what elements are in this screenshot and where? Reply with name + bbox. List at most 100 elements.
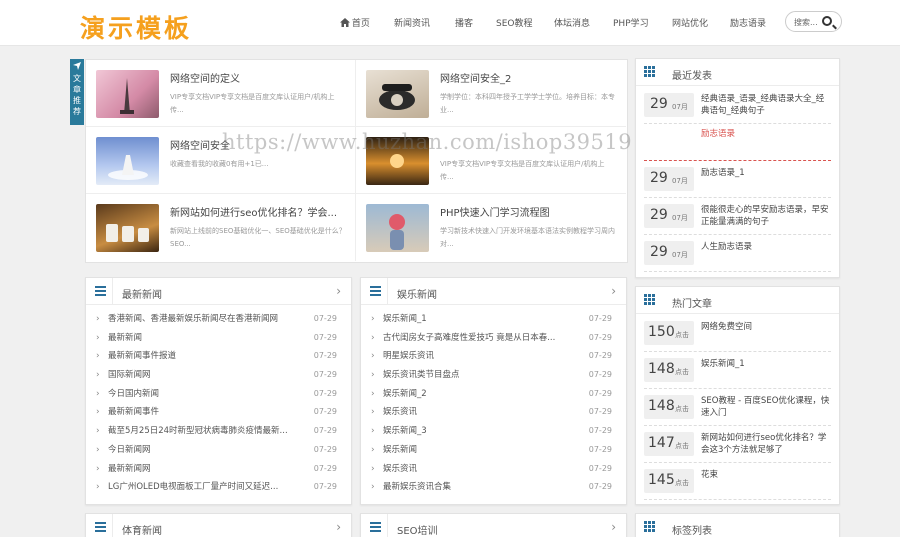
recent-post-item[interactable]: 29 07月 经典语录_语录_经典语录大全_经典语句_经典句子 <box>644 87 831 124</box>
grid-icon <box>644 293 656 307</box>
list-item-title[interactable]: 截至5月25日24时新型冠状病毒肺炎疫情最新... <box>108 422 288 441</box>
list-item-title[interactable]: 今日国内新闻 <box>108 385 159 404</box>
search-icon[interactable] <box>822 16 832 26</box>
featured-item[interactable]: 网络空间的定义 VIP专享文档VIP专享文档是百度文库认证用户/机构上传... <box>86 60 356 127</box>
site-logo[interactable]: 演示模板 <box>80 9 192 45</box>
list-item[interactable]: › 最新新闻事件 07-29 <box>96 403 341 422</box>
list-item-title[interactable]: LG广州OLED电视面板工厂量产时间又延迟... <box>108 478 278 497</box>
list-item[interactable]: › 娱乐资讯 07-29 <box>371 460 616 479</box>
list-item[interactable]: › 明星娱乐资讯 07-29 <box>371 347 616 366</box>
chevron-right-icon[interactable]: › <box>611 520 616 534</box>
list-item[interactable]: › 今日新闻网 07-29 <box>96 441 341 460</box>
list-item-title[interactable]: 娱乐资讯 <box>383 460 417 479</box>
list-item-date: 07-29 <box>313 314 337 323</box>
nav-motto[interactable]: 励志语录 <box>730 16 766 29</box>
list-item[interactable]: › 今日国内新闻 07-29 <box>96 385 341 404</box>
list-item-title[interactable]: 娱乐新闻 <box>383 441 417 460</box>
search-input[interactable]: 搜索... <box>794 17 818 28</box>
nav-php[interactable]: PHP学习 <box>613 16 649 29</box>
list-item-title[interactable]: 最新新闻事件报道 <box>108 347 176 366</box>
thumb-image <box>96 204 159 252</box>
list-item-title[interactable]: 明星娱乐资讯 <box>383 347 434 366</box>
recent-post-item[interactable]: 29 07月 励志语录_1 <box>644 161 831 198</box>
chevron-right-icon[interactable]: › <box>336 520 341 534</box>
list-item-title[interactable]: 香港新闻、香港最新娱乐新闻尽在香港新闻网 <box>108 310 278 329</box>
chevron-right-icon: › <box>371 407 375 418</box>
list-item[interactable]: › 娱乐新闻_2 07-29 <box>371 385 616 404</box>
recent-post-title[interactable]: 人生励志语录 <box>701 241 831 253</box>
ent-news-card: 娱乐新闻 › › 娱乐新闻_1 07-29 › 古代闺房女子高难度性爱技巧 竟是从日本春… <box>360 277 627 505</box>
list-item[interactable]: › 最新新闻 07-29 <box>96 329 341 348</box>
recent-post-item[interactable]: 29 07月 很能很走心的早安励志语录，早安正能量满满的句子 <box>644 198 831 235</box>
menu-icon <box>369 520 383 534</box>
list-item[interactable]: › 娱乐新闻_1 07-29 <box>371 310 616 329</box>
site-header: 演示模板 首页 新闻资讯 播客 SEO教程 体坛消息 PHP学习 网站优化 励志… <box>0 0 900 46</box>
nav-sports[interactable]: 体坛消息 <box>554 16 590 29</box>
recent-post-item[interactable]: 29 07月 人生励志语录 <box>644 235 831 272</box>
list-item[interactable]: › 古代闺房女子高难度性爱技巧 竟是从日本春... 07-29 <box>371 329 616 348</box>
hot-post-item[interactable]: 150 点击 网络免费空间 <box>644 315 831 352</box>
list-item[interactable]: › 娱乐新闻_3 07-29 <box>371 422 616 441</box>
list-item[interactable]: › 最新娱乐资讯合集 07-29 <box>371 478 616 497</box>
card-header: 体育新闻 › <box>86 514 351 537</box>
list-item-title[interactable]: 娱乐新闻_1 <box>383 310 427 329</box>
hot-post-title[interactable]: SEO教程 - 百度SEO优化课程，快速入门 <box>701 395 831 419</box>
hot-post-item[interactable]: 147 点击 新网站如何进行seo优化排名？学会这3个方法就足够了 <box>644 426 831 463</box>
hot-post-item[interactable]: 145 点击 花束 <box>644 463 831 500</box>
nav-news[interactable]: 新闻资讯 <box>394 16 430 29</box>
nav-optimize[interactable]: 网站优化 <box>672 16 708 29</box>
list-item[interactable]: › 娱乐资讯 07-29 <box>371 403 616 422</box>
nav-home[interactable]: 首页 <box>340 16 370 29</box>
list-item[interactable]: › 香港新闻、香港最新娱乐新闻尽在香港新闻网 07-29 <box>96 310 341 329</box>
list-item-date: 07-29 <box>313 426 337 436</box>
card-header: 热门文章 <box>636 287 839 314</box>
recent-post-title[interactable]: 励志语录_1 <box>701 167 831 179</box>
date-badge: 29 07月 <box>644 241 694 265</box>
list-item[interactable]: › 截至5月25日24时新型冠状病毒肺炎疫情最新... 07-29 <box>96 422 341 441</box>
hot-post-item[interactable]: 148 点击 娱乐新闻_1 <box>644 352 831 389</box>
hot-post-title[interactable]: 娱乐新闻_1 <box>701 358 831 370</box>
featured-item[interactable]: 新网站如何进行seo优化排名？学会... 新网站上线前的SEO基础优化一、SEO… <box>86 194 356 261</box>
list-item[interactable]: › 最新新闻网 07-29 <box>96 460 341 479</box>
chevron-right-icon: › <box>96 426 100 437</box>
list-item[interactable]: › 国际新闻网 07-29 <box>96 366 341 385</box>
hot-post-title[interactable]: 网络免费空间 <box>701 321 831 333</box>
list-item-title[interactable]: 娱乐资讯类节目盘点 <box>383 366 460 385</box>
list-item-date: 07-29 <box>313 482 337 492</box>
list-item-title[interactable]: 娱乐资讯 <box>383 403 417 422</box>
card-title: 最近发表 <box>672 71 712 82</box>
hot-post-title[interactable]: 新网站如何进行seo优化排名？学会这3个方法就足够了 <box>701 432 831 456</box>
chevron-right-icon[interactable]: › <box>336 284 341 298</box>
search-box[interactable]: 搜索... <box>785 11 842 32</box>
nav-seo[interactable]: SEO教程 <box>496 16 532 29</box>
home-icon <box>340 18 350 27</box>
list-item-title[interactable]: 古代闺房女子高难度性爱技巧 竟是从日本春... <box>383 329 555 348</box>
hot-post-item[interactable]: 148 点击 SEO教程 - 百度SEO优化课程，快速入门 <box>644 389 831 426</box>
list-item[interactable]: › 娱乐新闻 07-29 <box>371 441 616 460</box>
list-item-title[interactable]: 国际新闻网 <box>108 366 151 385</box>
chevron-right-icon: › <box>371 314 375 324</box>
chevron-right-icon: › <box>96 463 100 474</box>
nav-podcast[interactable]: 播客 <box>455 16 473 29</box>
list-item-title[interactable]: 娱乐新闻_3 <box>383 422 427 441</box>
list-item[interactable]: › 娱乐资讯类节目盘点 07-29 <box>371 366 616 385</box>
list-item-title[interactable]: 最新娱乐资讯合集 <box>383 478 451 497</box>
featured-item[interactable]: 网络空间安全_2 学制学位：本科四年授予工学学士学位。培养目标：本专业... <box>356 60 626 127</box>
list-item-title[interactable]: 娱乐新闻_2 <box>383 385 427 404</box>
list-item-title[interactable]: 最新新闻网 <box>108 460 151 479</box>
recent-post-item[interactable]: 励志语录 <box>644 124 831 161</box>
recent-post-title[interactable]: 经典语录_语录_经典语录大全_经典语句_经典句子 <box>701 93 831 117</box>
list-item-title[interactable]: 最新新闻事件 <box>108 403 159 422</box>
list-item[interactable]: › 最新新闻事件报道 07-29 <box>96 347 341 366</box>
recent-post-title[interactable]: 很能很走心的早安励志语录，早安正能量满满的句子 <box>701 204 831 228</box>
list-item-title[interactable]: 最新新闻 <box>108 329 142 348</box>
card-title: 体育新闻 <box>122 526 162 537</box>
recent-post-title[interactable]: 励志语录 <box>701 128 831 140</box>
list-item[interactable]: › LG广州OLED电视面板工厂量产时间又延迟... 07-29 <box>96 478 341 497</box>
chevron-right-icon[interactable]: › <box>611 284 616 298</box>
list-item-title[interactable]: 今日新闻网 <box>108 441 151 460</box>
menu-icon <box>369 284 383 298</box>
list-item-date: 07-29 <box>588 314 612 323</box>
featured-item[interactable]: PHP快速入门学习流程图 学习新技术快速入门开发环境基本语法实例教程学习周内对.… <box>356 194 626 261</box>
hot-post-title[interactable]: 花束 <box>701 469 831 481</box>
